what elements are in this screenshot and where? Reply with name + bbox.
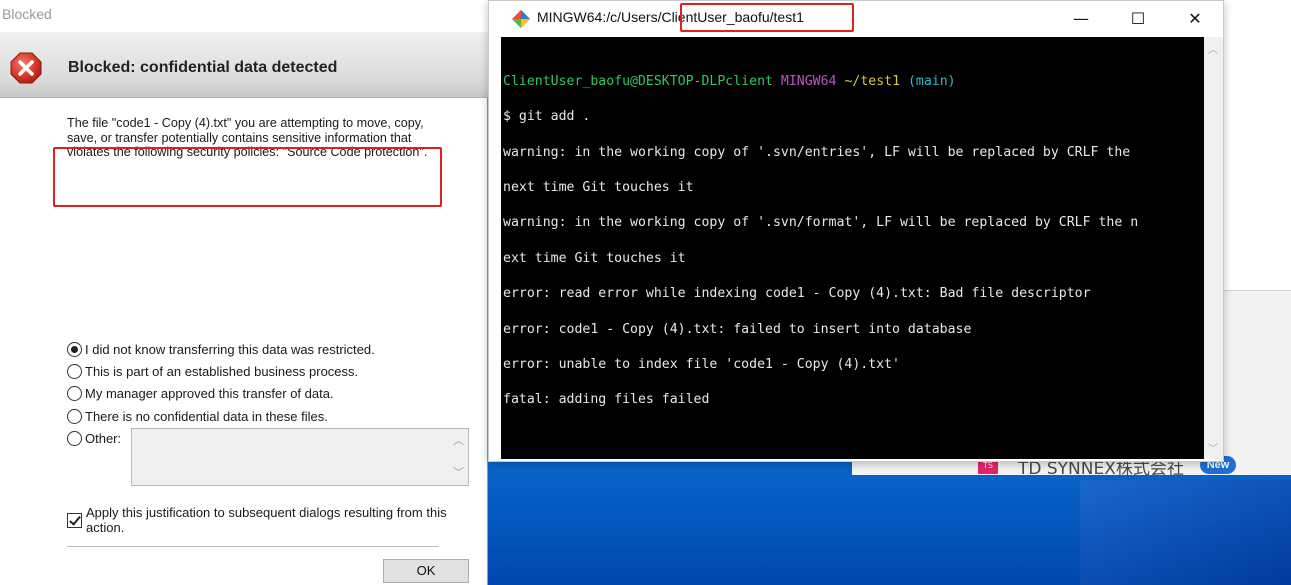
command-line: $ git add . — [503, 109, 591, 125]
terminal-console[interactable]: ClientUser_baofu@DESKTOP-DLPclient MINGW… — [501, 37, 1204, 459]
path-highlight-box — [680, 3, 854, 32]
radio-button[interactable] — [67, 431, 82, 447]
output-line: error: unable to index file 'code1 - Cop… — [503, 356, 900, 372]
output-line: error: code1 - Copy (4).txt: failed to i… — [503, 321, 972, 337]
option-label: There is no confidential data in these f… — [85, 408, 328, 424]
desktop-wallpaper-lower — [1080, 480, 1291, 585]
output-line: next time Git touches it — [503, 179, 694, 195]
option-business-process[interactable]: This is part of an established business … — [67, 360, 375, 382]
terminal-titlebar[interactable]: MINGW64:/c/Users/ClientUser_baofu/test1 … — [489, 1, 1223, 37]
prompt-shell: MINGW64 — [780, 73, 837, 89]
dialog-titlebar[interactable]: Blocked — [0, 0, 488, 32]
option-manager-approved[interactable]: My manager approved this transfer of dat… — [67, 383, 375, 405]
radio-button[interactable] — [67, 386, 82, 402]
terminal-scrollbar[interactable]: ︿ ﹀ — [1204, 37, 1223, 459]
screen: { "dialog": { "window_title": "Blocked",… — [0, 0, 1291, 585]
apply-label: Apply this justification to subsequent d… — [86, 505, 447, 535]
terminal-output: ClientUser_baofu@DESKTOP-DLPclient MINGW… — [503, 55, 1138, 459]
ok-button[interactable]: OK — [383, 559, 469, 583]
dialog-window-title: Blocked — [2, 6, 52, 22]
prompt-path: ~/test1 — [844, 73, 901, 89]
option-not-know[interactable]: I did not know transferring this data wa… — [67, 338, 375, 360]
git-bash-icon — [512, 10, 530, 28]
dialog-divider — [67, 546, 439, 547]
apply-checkbox[interactable] — [67, 513, 82, 528]
maximize-button[interactable]: ☐ — [1115, 7, 1161, 31]
scroll-up-icon[interactable]: ︿ — [1208, 41, 1218, 56]
option-label: This is part of an established business … — [85, 364, 359, 380]
close-button[interactable]: ✕ — [1172, 7, 1218, 31]
minimize-button[interactable]: — — [1058, 7, 1104, 31]
error-x-icon — [10, 52, 42, 84]
blocked-dialog: Blocked Blocked: confidential data detec… — [0, 0, 488, 585]
option-no-confidential[interactable]: There is no confidential data in these f… — [67, 405, 375, 427]
output-line: fatal: adding files failed — [503, 392, 710, 408]
option-label: Other: — [85, 431, 122, 447]
policy-highlight-box — [53, 147, 442, 207]
option-label: My manager approved this transfer of dat… — [85, 386, 334, 402]
radio-button[interactable] — [67, 364, 82, 380]
terminal-window: MINGW64:/c/Users/ClientUser_baofu/test1 … — [488, 0, 1224, 462]
option-label: I did not know transferring this data wa… — [85, 341, 375, 357]
prompt-branch: (main) — [907, 73, 956, 89]
prompt-user-host: ClientUser_baofu@DESKTOP-DLPclient — [503, 73, 773, 89]
scroll-up-icon[interactable]: ︿ — [453, 432, 481, 448]
radio-button[interactable] — [67, 408, 82, 424]
dialog-heading: Blocked: confidential data detected — [68, 59, 338, 76]
output-line: warning: in the working copy of '.svn/en… — [503, 144, 1131, 160]
other-justification-input[interactable] — [131, 428, 469, 486]
output-line: ext time Git touches it — [503, 250, 686, 266]
output-line: error: read error while indexing code1 -… — [503, 286, 1091, 302]
output-line: warning: in the working copy of '.svn/fo… — [503, 215, 1139, 231]
prompt-line: ClientUser_baofu@DESKTOP-DLPclient MINGW… — [503, 73, 1138, 91]
apply-subsequent-row[interactable]: Apply this justification to subsequent d… — [67, 505, 447, 535]
radio-button[interactable] — [67, 341, 82, 357]
scroll-down-icon[interactable]: ﹀ — [1208, 440, 1218, 455]
